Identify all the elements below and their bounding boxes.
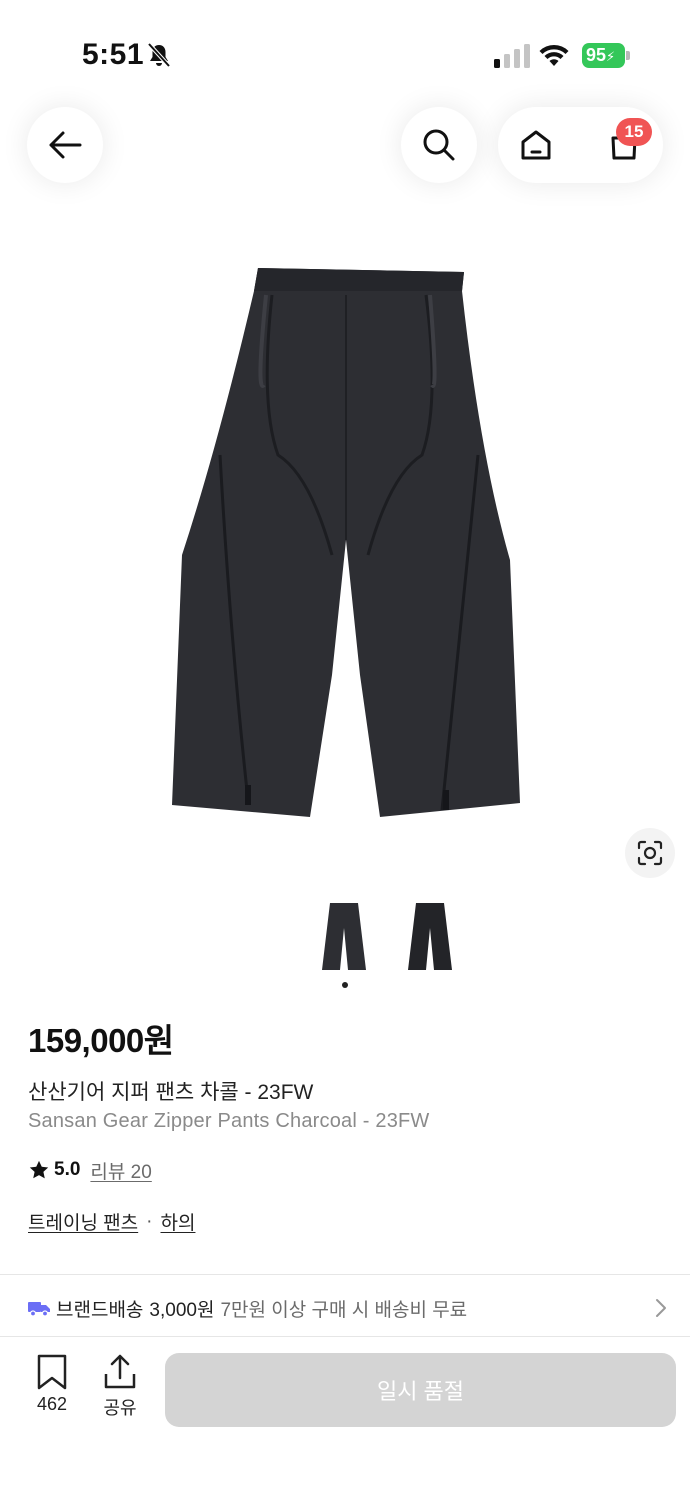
battery-level: 95 [586, 45, 607, 65]
status-bar: 5:51 95⚡ [0, 0, 690, 100]
search-icon [423, 129, 455, 161]
shipping-price: 3,000원 [149, 1299, 215, 1321]
image-indicator-dot [342, 982, 348, 988]
chevron-right-icon [656, 1299, 666, 1317]
wifi-icon [539, 44, 569, 66]
shipping-info-row[interactable]: 브랜드배송 3,000원 7만원 이상 구매 시 배송비 무료 [28, 1290, 668, 1326]
back-button[interactable] [27, 107, 103, 183]
shipping-note: 7만원 이상 구매 시 배송비 무료 [220, 1299, 468, 1321]
truck-icon [28, 1302, 50, 1317]
visual-search-button[interactable] [625, 828, 675, 878]
status-time: 5:51 [82, 38, 145, 71]
thumbnail-image[interactable] [316, 898, 372, 974]
category-separator: · [146, 1210, 153, 1232]
bookmark-icon [37, 1354, 67, 1390]
search-button[interactable] [401, 107, 477, 183]
cellular-signal-icon [494, 44, 530, 68]
rating-value: 5.0 [54, 1159, 81, 1180]
home-button[interactable] [498, 107, 574, 183]
share-icon [104, 1354, 136, 1389]
cart-count-badge: 15 [616, 118, 652, 146]
battery-icon: 95⚡ [582, 43, 630, 68]
category-link-bottoms[interactable]: 하의 [161, 1208, 196, 1235]
star-icon [29, 1160, 49, 1179]
home-icon [521, 130, 551, 160]
thumbnail-image[interactable] [402, 898, 458, 974]
home-cart-group: 15 [498, 107, 663, 183]
divider [0, 1274, 690, 1275]
bell-off-icon [147, 42, 171, 68]
shipping-label: 브랜드배송 [56, 1299, 144, 1321]
review-link[interactable]: 리뷰 20 [90, 1157, 151, 1184]
product-name-korean: 산산기어 지퍼 팬츠 차콜 - 23FW [28, 1081, 314, 1104]
lens-icon [637, 840, 663, 866]
category-breadcrumb: 트레이닝 팬츠 · 하의 [28, 1208, 195, 1235]
bookmark-button[interactable]: 462 [28, 1354, 76, 1420]
rating-row: 5.0 리뷰 20 [28, 1157, 152, 1183]
product-name-english: Sansan Gear Zipper Pants Charcoal - 23FW [28, 1110, 430, 1132]
arrow-left-icon [49, 131, 82, 159]
share-button[interactable]: 공유 [96, 1354, 144, 1420]
divider [0, 1336, 690, 1337]
category-link-training-pants[interactable]: 트레이닝 팬츠 [28, 1208, 138, 1235]
bookmark-count: 462 [36, 1394, 68, 1414]
product-price: 159,000원 [28, 1022, 174, 1059]
product-image[interactable] [160, 255, 530, 830]
share-label: 공유 [103, 1398, 137, 1418]
soldout-button[interactable]: 일시 품절 [165, 1353, 676, 1427]
